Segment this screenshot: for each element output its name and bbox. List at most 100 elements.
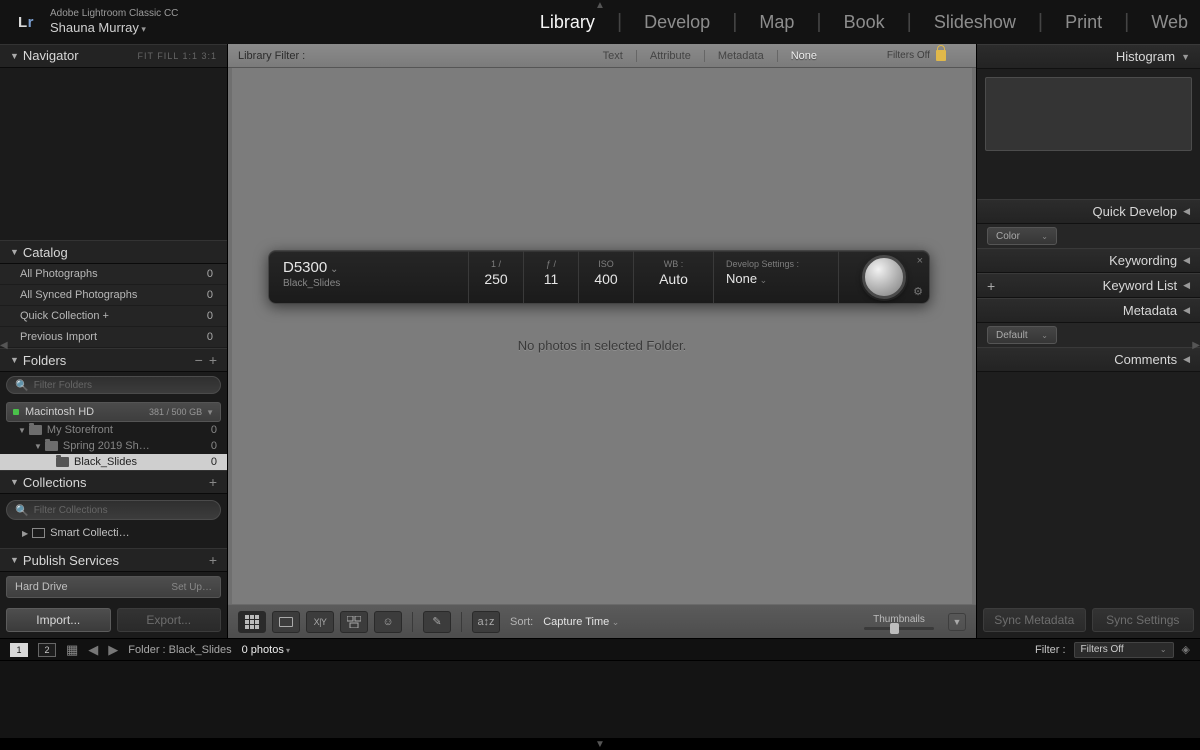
filter-tab-metadata[interactable]: Metadata [709,48,773,64]
volume-row[interactable]: Macintosh HD 381 / 500 GB ▼ [6,402,221,422]
catalog-row[interactable]: Quick Collection +0 [0,306,227,327]
filter-tab-none[interactable]: None [782,48,826,64]
sort-dropdown[interactable]: Capture Time [543,616,619,628]
keyword-list-header[interactable]: + Keyword List◀ [977,273,1200,298]
nav-forward-icon[interactable]: ▶ [108,642,118,658]
toolbar-menu-button[interactable]: ▼ [948,613,966,631]
module-develop[interactable]: Develop [644,12,710,33]
lr-logo: Lr [12,8,40,36]
screen-mode-1[interactable]: 1 [10,643,28,657]
sync-metadata-button[interactable]: Sync Metadata [983,608,1086,632]
quick-develop-header[interactable]: Quick Develop◀ [977,199,1200,224]
metadata-preset-dropdown[interactable]: Default [987,326,1057,344]
chevron-down-icon[interactable]: ▼ [206,408,214,417]
module-library[interactable]: Library [540,12,595,33]
compare-view-button[interactable]: X|Y [306,611,334,633]
identity-plate[interactable]: Lr Adobe Lightroom Classic CC Shauna Mur… [12,8,178,36]
navigator-title: Navigator [23,48,79,63]
module-book[interactable]: Book [844,12,885,33]
panel-toggle-top[interactable]: ▲ [595,0,605,11]
publish-setup-link[interactable]: Set Up… [171,582,212,593]
screen-mode-2[interactable]: 2 [38,643,56,657]
folder-row-selected[interactable]: Black_Slides0 [0,454,227,470]
quick-dev-treatment[interactable]: Color [987,227,1057,245]
disclosure-icon[interactable]: ▼ [34,442,42,451]
filter-tab-text[interactable]: Text [594,48,632,64]
plus-icon[interactable]: + [209,474,217,490]
module-web[interactable]: Web [1151,12,1188,33]
collections-filter-input[interactable]: 🔍 Filter Collections [6,500,221,520]
folder-icon [29,425,42,435]
navigator-zoom-modes[interactable]: FIT FILL 1:1 3:1 [137,51,217,61]
grid-view-button[interactable] [238,611,266,633]
folder-icon [56,457,69,467]
publish-header[interactable]: ▼ Publish Services + [0,548,227,572]
filter-tab-attribute[interactable]: Attribute [641,48,700,64]
filter-toggle-icon[interactable]: ◈ [1182,643,1190,656]
grid-view[interactable]: No photos in selected Folder. D5300 Blac… [228,68,976,604]
import-button[interactable]: Import... [6,608,111,632]
disclosure-icon[interactable]: ▼ [18,426,26,435]
grid-icon[interactable]: ▦ [66,642,78,658]
panel-toggle-bottom[interactable]: ▼ [595,739,605,750]
catalog-row[interactable]: Previous Import0 [0,327,227,348]
user-name[interactable]: Shauna Murray [50,20,178,36]
filmstrip[interactable] [0,660,1200,738]
module-map[interactable]: Map [759,12,794,33]
module-print[interactable]: Print [1065,12,1102,33]
filter-preset-dropdown[interactable]: Filters Off [1074,642,1174,658]
disclosure-icon: ▼ [10,247,19,257]
plus-icon[interactable]: + [209,552,217,568]
nav-back-icon[interactable]: ◀ [88,642,98,658]
chevron-left-icon: ◀ [1183,255,1190,266]
photo-count[interactable]: 0 photos [242,644,290,656]
catalog-row[interactable]: All Photographs0 [0,264,227,285]
folder-filter-input[interactable]: 🔍 Filter Folders [6,376,221,394]
close-icon[interactable]: × [917,255,923,267]
minus-icon[interactable]: − [195,352,203,368]
library-filter-bar: Library Filter Text Attribute Metadata N… [228,44,976,68]
catalog-row[interactable]: All Synced Photographs0 [0,285,227,306]
smart-collections-row[interactable]: ▶ Smart Collecti… [0,524,227,542]
sync-settings-button[interactable]: Sync Settings [1092,608,1195,632]
disclosure-icon[interactable]: ▶ [22,529,28,538]
keywording-header[interactable]: Keywording◀ [977,248,1200,273]
folders-header[interactable]: ▼ Folders −+ [0,348,227,372]
panel-toggle-left[interactable]: ◀ [0,340,8,351]
publish-service-row[interactable]: Hard Drive Set Up… [6,576,221,598]
folder-row[interactable]: ▼My Storefront0 [0,422,227,438]
plus-icon[interactable]: + [209,352,217,368]
navigator-preview [0,68,227,241]
histogram-header[interactable]: Histogram▼ [977,44,1200,69]
tether-aperture: 11 [524,271,578,287]
tether-bar[interactable]: D5300 Black_Slides 1 /250 ƒ /11 ISO400 W… [268,250,930,304]
loupe-view-button[interactable] [272,611,300,633]
tether-dev-settings[interactable]: None [726,271,826,286]
plus-icon[interactable]: + [987,278,995,294]
collection-set-icon [32,528,45,538]
tether-shutter-button[interactable] [862,255,906,299]
collections-header[interactable]: ▼ Collections + [0,470,227,494]
module-slideshow[interactable]: Slideshow [934,12,1016,33]
lock-icon[interactable] [936,50,946,61]
comments-header[interactable]: Comments◀ [977,347,1200,372]
breadcrumb[interactable]: Folder : Black_Slides [128,644,231,656]
gear-icon[interactable]: ⚙ [913,285,923,298]
people-view-button[interactable]: ☺ [374,611,402,633]
thumbnail-size-slider[interactable]: Thumbnails [864,614,934,630]
export-button[interactable]: Export... [117,608,222,632]
folder-row[interactable]: ▼Spring 2019 Sh…0 [0,438,227,454]
status-bar: 1 2 ▦ ◀ ▶ Folder : Black_Slides 0 photos… [0,638,1200,660]
catalog-header[interactable]: ▼ Catalog [0,240,227,264]
panel-toggle-right[interactable]: ▶ [1192,340,1200,351]
painter-tool-button[interactable]: ✎ [423,611,451,633]
survey-view-button[interactable] [340,611,368,633]
sort-direction-button[interactable]: a↕z [472,611,500,633]
metadata-header[interactable]: Metadata◀ [977,298,1200,323]
volume-space: 381 / 500 GB [149,407,202,417]
tether-camera-model[interactable]: D5300 [283,259,454,276]
navigator-header[interactable]: ▼ Navigator FIT FILL 1:1 3:1 [0,44,227,68]
tether-shutter: 250 [469,271,523,287]
filters-off-label[interactable]: Filters Off [887,50,930,61]
disclosure-icon: ▼ [10,555,19,565]
